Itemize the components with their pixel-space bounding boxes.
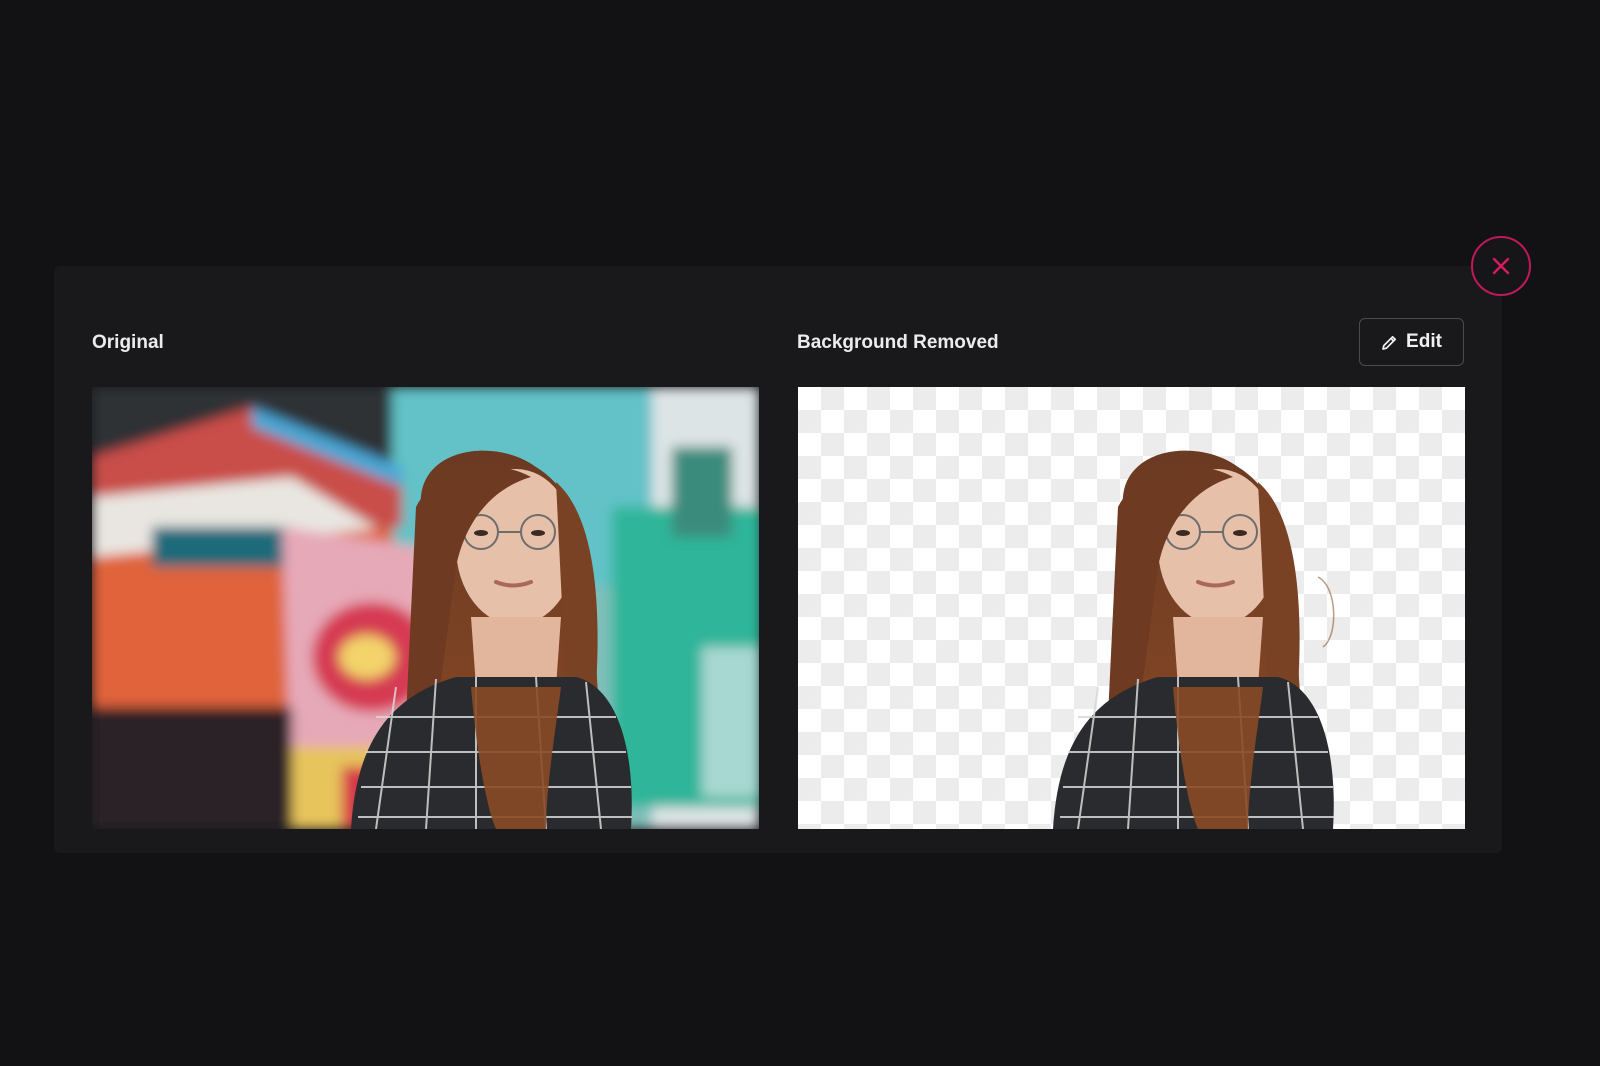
background-removed-label: Background Removed — [797, 332, 999, 353]
original-label: Original — [92, 332, 164, 353]
original-image — [92, 387, 759, 829]
edit-button[interactable]: Edit — [1359, 318, 1464, 366]
edit-button-label: Edit — [1406, 331, 1442, 352]
background-removed-image — [798, 387, 1465, 829]
close-icon — [1491, 256, 1511, 276]
close-button[interactable] — [1471, 236, 1531, 296]
page-backdrop: Original Background Removed Edit — [0, 0, 1600, 1066]
pencil-icon — [1381, 334, 1398, 351]
